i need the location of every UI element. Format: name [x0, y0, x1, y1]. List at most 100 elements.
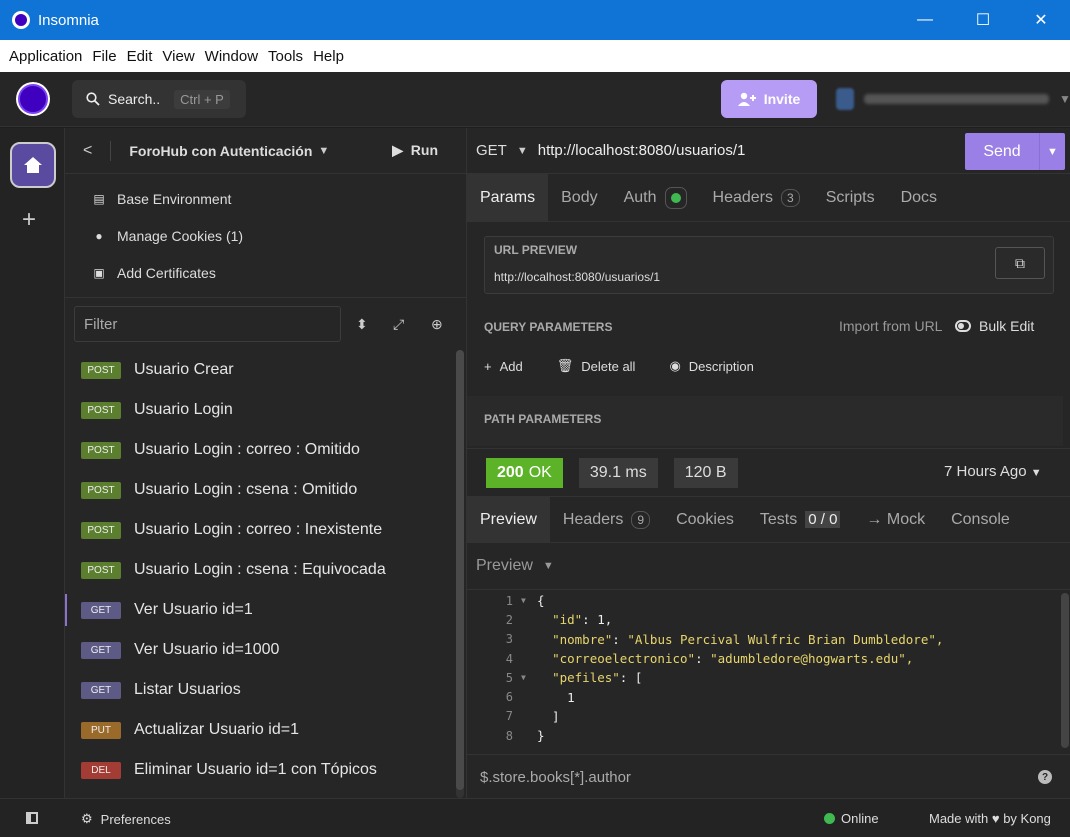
menu-file[interactable]: File	[87, 48, 121, 65]
method-badge: GET	[81, 681, 121, 699]
filter-input[interactable]: Filter	[74, 306, 341, 342]
jsonpath-filter-input[interactable]: $.store.books[*].author ?	[467, 754, 1070, 799]
copy-button[interactable]: ⧉	[995, 247, 1045, 279]
tests-count: 0 / 0	[805, 511, 841, 528]
json-value: "adumbledore@hogwarts.edu",	[702, 651, 914, 667]
list-item[interactable]: POST Usuario Login : correo : Inexistente	[65, 510, 455, 550]
base-environment-link[interactable]: ▤ Base Environment	[65, 180, 466, 217]
eye-icon: ◉	[669, 358, 681, 373]
run-button[interactable]: ▶ Run	[392, 142, 438, 159]
request-name: Ver Usuario id=1	[134, 601, 253, 618]
close-button[interactable]: ✕	[1012, 0, 1070, 40]
add-param-button[interactable]: + Add	[484, 358, 523, 374]
tab-preview[interactable]: Preview	[467, 497, 550, 542]
delete-all-button[interactable]: 🗑 Delete all	[557, 358, 636, 374]
list-item[interactable]: POST Usuario Login : csena : Equivocada	[65, 550, 455, 590]
list-item[interactable]: PUT Actualizar Usuario id=1	[65, 710, 455, 750]
list-item[interactable]: POST Usuario Login : correo : Omitido	[65, 430, 455, 470]
manage-cookies-link[interactable]: ● Manage Cookies (1)	[65, 217, 466, 254]
response-time: 39.1 ms	[578, 457, 658, 488]
request-name: Eliminar Usuario id=1 con Tópicos	[134, 761, 377, 778]
send-button[interactable]: Send ▼	[965, 133, 1065, 170]
menu-help[interactable]: Help	[308, 48, 349, 65]
chevron-down-icon: ▼	[1059, 92, 1070, 106]
menu-application[interactable]: Application	[4, 48, 87, 65]
tab-params[interactable]: Params	[467, 174, 549, 221]
toggle-sidebar-icon[interactable]	[26, 812, 38, 824]
add-certificates-link[interactable]: ▣ Add Certificates	[65, 254, 466, 291]
search-button[interactable]: Search.. Ctrl + P	[72, 80, 246, 118]
request-list: POST Usuario Crear POST Usuario Login POST…	[65, 350, 455, 790]
description-toggle[interactable]: ◉ Description	[669, 358, 753, 374]
list-item[interactable]: POST Usuario Crear	[65, 350, 455, 390]
tab-response-headers[interactable]: Headers 9	[550, 497, 663, 542]
chevron-down-icon[interactable]: ▼	[517, 145, 528, 157]
made-with-kong[interactable]: Made with ♥ by Kong	[929, 811, 1051, 826]
response-size: 120 B	[673, 457, 738, 488]
account-menu[interactable]: ▼	[836, 88, 1070, 110]
maximize-button[interactable]: ☐	[954, 0, 1012, 40]
line-number: 7	[505, 709, 513, 724]
list-item-active[interactable]: GET Ver Usuario id=1	[65, 590, 455, 630]
method-select[interactable]: GET	[476, 142, 507, 159]
import-from-url-button[interactable]: Import from URL	[839, 318, 942, 334]
list-item[interactable]: POST Usuario Login : csena : Omitido	[65, 470, 455, 510]
url-input[interactable]: http://localhost:8080/usuarios/1	[538, 142, 746, 159]
status-bar: ⚙ Preferences Online Made with ♥ by Kong	[0, 798, 1070, 837]
bulk-edit-toggle[interactable]: Bulk Edit	[955, 318, 1034, 334]
menu-view[interactable]: View	[157, 48, 199, 65]
insomnia-brand-icon[interactable]	[16, 82, 50, 116]
chevron-down-icon[interactable]: ▼	[1039, 133, 1065, 170]
divider	[110, 140, 112, 161]
scrollbar-thumb[interactable]	[456, 350, 464, 790]
request-name: Listar Usuarios	[134, 681, 241, 698]
add-icon[interactable]: +	[22, 206, 36, 234]
code-text: "correoelectronico": "adumbledore@hogwar…	[552, 651, 914, 667]
list-item[interactable]: DEL Eliminar Usuario id=1 con Tópicos	[65, 750, 455, 790]
response-body-viewer[interactable]: 1 ▼{ 2 "id": 1, 3 "nombre": "Albus Perciv…	[467, 591, 1070, 751]
fold-arrow-icon[interactable]: ▼	[521, 596, 537, 605]
sort-icon[interactable]: ⬍	[356, 316, 368, 333]
preview-mode-select[interactable]: Preview ▼	[467, 543, 1070, 590]
menu-edit[interactable]: Edit	[122, 48, 158, 65]
project-name[interactable]: ForoHub con Autenticación	[129, 143, 312, 159]
list-item[interactable]: GET Ver Usuario id=1000	[65, 630, 455, 670]
code-text: 1	[537, 689, 575, 705]
link-label: Manage Cookies (1)	[117, 227, 244, 244]
tab-body[interactable]: Body	[548, 174, 610, 221]
menu-window[interactable]: Window	[200, 48, 263, 65]
window-title: Insomnia	[38, 11, 99, 29]
response-status-row: 200 OK 39.1 ms 120 B 7 Hours Ago ▼	[467, 449, 1070, 497]
method-badge: POST	[81, 481, 121, 499]
history-dropdown[interactable]: 7 Hours Ago ▼	[944, 463, 1042, 480]
menu-tools[interactable]: Tools	[263, 48, 308, 65]
invite-button[interactable]: Invite	[721, 80, 817, 118]
list-item[interactable]: POST Usuario Login	[65, 390, 455, 430]
tab-console[interactable]: Console	[938, 497, 1023, 542]
tab-mock[interactable]: → Mock	[853, 497, 938, 542]
method-badge: PUT	[81, 721, 121, 739]
tab-auth[interactable]: Auth	[611, 174, 700, 221]
tab-docs[interactable]: Docs	[888, 174, 950, 221]
chevron-down-icon: ▼	[1030, 467, 1042, 479]
status-code: 200	[497, 463, 524, 481]
add-request-icon[interactable]: ⊕	[431, 316, 443, 333]
tab-headers[interactable]: Headers 3	[700, 174, 813, 221]
chevron-down-icon[interactable]: ▼	[318, 145, 329, 157]
expand-icon[interactable]: ⤢	[393, 316, 404, 333]
insomnia-logo-icon	[12, 11, 30, 29]
code-scrollbar[interactable]	[1061, 593, 1069, 748]
list-item[interactable]: GET Listar Usuarios	[65, 670, 455, 710]
home-button[interactable]	[10, 142, 56, 188]
sidebar-scrollbar[interactable]	[456, 350, 464, 798]
back-arrow-icon[interactable]: <	[83, 142, 92, 160]
tab-tests[interactable]: Tests 0 / 0	[747, 497, 854, 542]
preferences-button[interactable]: ⚙ Preferences	[81, 811, 171, 827]
fold-arrow-icon[interactable]: ▼	[521, 673, 537, 682]
minimize-button[interactable]: —	[896, 0, 954, 40]
code-text: "nombre": "Albus Percival Wulfric Brian …	[552, 631, 944, 647]
help-icon[interactable]: ?	[1038, 770, 1052, 784]
tab-scripts[interactable]: Scripts	[813, 174, 888, 221]
tab-cookies[interactable]: Cookies	[663, 497, 747, 542]
jsonpath-placeholder: $.store.books[*].author	[480, 768, 631, 786]
